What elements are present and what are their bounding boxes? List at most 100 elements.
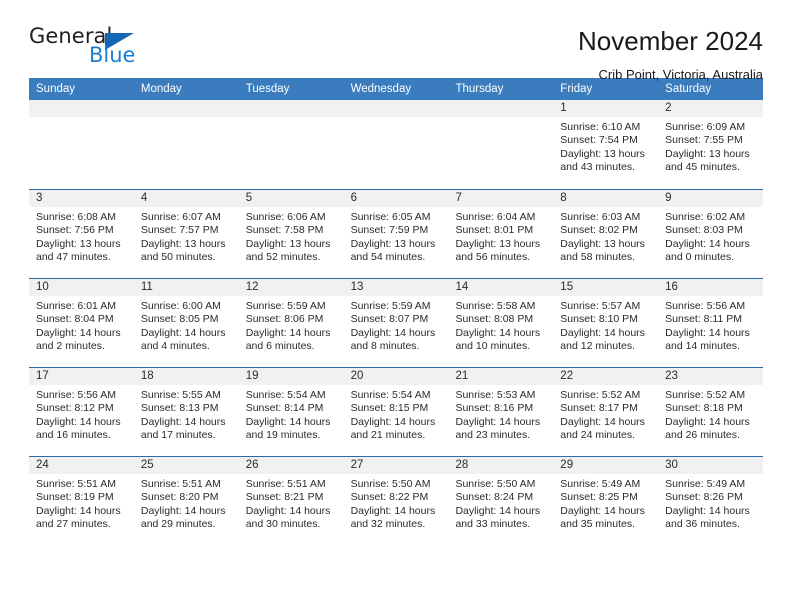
calendar-day-cell[interactable]: 29 Sunrise: 5:49 AM Sunset: 8:25 PM Dayligh…: [553, 457, 659, 545]
day-number: 1: [553, 100, 659, 117]
calendar-day-cell[interactable]: 13 Sunrise: 5:59 AM Sunset: 8:07 PM Dayligh…: [343, 279, 449, 367]
calendar-day-cell[interactable]: 26 Sunrise: 5:51 AM Sunset: 8:21 PM Dayligh…: [238, 457, 344, 545]
day-number: 5: [238, 190, 344, 207]
daylight-text: Daylight: 14 hours and 8 minutes.: [350, 326, 436, 352]
calendar-day-cell[interactable]: 17 Sunrise: 5:56 AM Sunset: 8:12 PM Dayligh…: [29, 368, 134, 456]
day-sun-info: Sunrise: 5:51 AM Sunset: 8:20 PM Daylight:…: [134, 474, 239, 531]
sunset-text: Sunset: 8:05 PM: [140, 313, 219, 326]
calendar-day-cell[interactable]: 18 Sunrise: 5:55 AM Sunset: 8:13 PM Dayligh…: [133, 368, 239, 456]
general-blue-logo[interactable]: General Blue: [29, 26, 149, 72]
calendar-day-cell-empty: [133, 100, 239, 189]
calendar-day-cell[interactable]: 6 Sunrise: 6:05 AM Sunset: 7:59 PM Daylight…: [343, 190, 449, 278]
day-sun-info: Sunrise: 6:08 AM Sunset: 7:56 PM Daylight:…: [29, 207, 134, 264]
page-header: General Blue November 2024 Crib Point, V…: [0, 0, 792, 82]
day-number: 24: [29, 457, 134, 474]
calendar-day-cell[interactable]: 15 Sunrise: 5:57 AM Sunset: 8:10 PM Dayligh…: [553, 279, 659, 367]
sunrise-text: Sunrise: 6:06 AM: [245, 211, 326, 223]
calendar-day-cell[interactable]: 9 Sunrise: 6:02 AM Sunset: 8:03 PM Daylight…: [658, 190, 764, 278]
calendar-grid: Sunday Monday Tuesday Wednesday Thursday…: [29, 78, 764, 545]
daylight-text: Daylight: 14 hours and 36 minutes.: [665, 504, 750, 530]
sunrise-text: Sunrise: 6:03 AM: [560, 211, 641, 223]
sunset-text: Sunset: 8:24 PM: [455, 491, 534, 504]
day-sun-info: Sunrise: 6:04 AM Sunset: 8:01 PM Daylight:…: [448, 207, 553, 264]
day-sun-info: Sunrise: 5:56 AM Sunset: 8:12 PM Daylight:…: [29, 385, 134, 442]
sunset-text: Sunset: 8:08 PM: [455, 313, 534, 326]
sunset-text: Sunset: 7:58 PM: [245, 224, 324, 237]
calendar-day-cell[interactable]: 4 Sunrise: 6:07 AM Sunset: 7:57 PM Daylight…: [133, 190, 239, 278]
sunrise-text: Sunrise: 6:01 AM: [36, 300, 116, 312]
day-number: 7: [448, 190, 554, 207]
calendar-day-cell[interactable]: 12 Sunrise: 5:59 AM Sunset: 8:06 PM Dayligh…: [238, 279, 344, 367]
calendar-day-cell-empty: [238, 100, 344, 189]
logo-text-blue: Blue: [89, 43, 136, 67]
day-sun-info: Sunrise: 6:05 AM Sunset: 7:59 PM Daylight:…: [344, 207, 449, 264]
sunset-text: Sunset: 8:02 PM: [560, 224, 638, 237]
calendar-day-cell[interactable]: 19 Sunrise: 5:54 AM Sunset: 8:14 PM Dayligh…: [238, 368, 344, 456]
calendar-day-cell[interactable]: 16 Sunrise: 5:56 AM Sunset: 8:11 PM Dayligh…: [658, 279, 764, 367]
calendar-day-cell[interactable]: 2 Sunrise: 6:09 AM Sunset: 7:55 PM Daylight…: [658, 100, 764, 189]
sunrise-text: Sunrise: 6:05 AM: [350, 211, 431, 223]
daylight-text: Daylight: 13 hours and 50 minutes.: [140, 237, 226, 263]
sunset-text: Sunset: 7:59 PM: [350, 224, 429, 237]
day-sun-info: Sunrise: 5:49 AM Sunset: 8:26 PM Daylight:…: [658, 474, 763, 531]
day-number: 16: [658, 279, 764, 296]
day-number: 23: [658, 368, 764, 385]
calendar-day-cell[interactable]: 5 Sunrise: 6:06 AM Sunset: 7:58 PM Daylight…: [238, 190, 344, 278]
sunset-text: Sunset: 8:01 PM: [455, 224, 534, 237]
daylight-text: Daylight: 14 hours and 30 minutes.: [245, 504, 331, 530]
calendar-day-cell[interactable]: 1 Sunrise: 6:10 AM Sunset: 7:54 PM Daylight…: [553, 100, 659, 189]
daylight-text: Daylight: 14 hours and 6 minutes.: [245, 326, 331, 352]
sunset-text: Sunset: 8:26 PM: [665, 491, 743, 504]
day-number: 21: [448, 368, 554, 385]
daylight-text: Daylight: 13 hours and 58 minutes.: [560, 237, 645, 263]
daylight-text: Daylight: 14 hours and 14 minutes.: [665, 326, 750, 352]
calendar-weeks: 1 Sunrise: 6:10 AM Sunset: 7:54 PM Daylight…: [29, 100, 764, 545]
day-number: 4: [133, 190, 239, 207]
weekday-header-monday: Monday: [140, 83, 182, 95]
day-number: 29: [553, 457, 659, 474]
sunrise-text: Sunrise: 5:50 AM: [455, 478, 536, 490]
calendar-day-cell[interactable]: 7 Sunrise: 6:04 AM Sunset: 8:01 PM Daylight…: [448, 190, 554, 278]
daylight-text: Daylight: 13 hours and 52 minutes.: [245, 237, 331, 263]
calendar-day-cell[interactable]: 10 Sunrise: 6:01 AM Sunset: 8:04 PM Dayligh…: [29, 279, 134, 367]
calendar-day-cell[interactable]: 27 Sunrise: 5:50 AM Sunset: 8:22 PM Dayligh…: [343, 457, 449, 545]
sunset-text: Sunset: 8:21 PM: [245, 491, 324, 504]
calendar-day-cell[interactable]: 21 Sunrise: 5:53 AM Sunset: 8:16 PM Dayligh…: [448, 368, 554, 456]
day-number: 28: [448, 457, 554, 474]
sunset-text: Sunset: 8:16 PM: [455, 402, 534, 415]
daylight-text: Daylight: 14 hours and 17 minutes.: [140, 415, 226, 441]
day-number: 26: [238, 457, 344, 474]
sunrise-text: Sunrise: 5:49 AM: [560, 478, 641, 490]
day-sun-info: Sunrise: 5:56 AM Sunset: 8:11 PM Daylight:…: [658, 296, 763, 353]
daylight-text: Daylight: 14 hours and 23 minutes.: [455, 415, 541, 441]
calendar-day-cell[interactable]: 20 Sunrise: 5:54 AM Sunset: 8:15 PM Dayligh…: [343, 368, 449, 456]
sunset-text: Sunset: 8:19 PM: [36, 491, 114, 504]
day-number: 27: [343, 457, 449, 474]
calendar-day-cell[interactable]: 11 Sunrise: 6:00 AM Sunset: 8:05 PM Dayligh…: [133, 279, 239, 367]
sunrise-text: Sunrise: 5:49 AM: [665, 478, 746, 490]
day-sun-info: Sunrise: 6:07 AM Sunset: 7:57 PM Daylight:…: [134, 207, 239, 264]
calendar-day-cell[interactable]: 24 Sunrise: 5:51 AM Sunset: 8:19 PM Dayligh…: [29, 457, 134, 545]
weekday-header-tuesday: Tuesday: [245, 83, 290, 95]
day-sun-info: Sunrise: 5:54 AM Sunset: 8:14 PM Daylight:…: [239, 385, 344, 442]
daylight-text: Daylight: 13 hours and 54 minutes.: [350, 237, 436, 263]
sunrise-text: Sunrise: 5:51 AM: [36, 478, 116, 490]
sunset-text: Sunset: 8:10 PM: [560, 313, 638, 326]
sunset-text: Sunset: 7:57 PM: [140, 224, 219, 237]
calendar-day-cell[interactable]: 3 Sunrise: 6:08 AM Sunset: 7:56 PM Daylight…: [29, 190, 134, 278]
calendar-day-cell[interactable]: 8 Sunrise: 6:03 AM Sunset: 8:02 PM Daylight…: [553, 190, 659, 278]
day-number: 11: [133, 279, 239, 296]
day-sun-info: Sunrise: 6:03 AM Sunset: 8:02 PM Daylight:…: [553, 207, 658, 264]
calendar-day-cell[interactable]: 28 Sunrise: 5:50 AM Sunset: 8:24 PM Dayligh…: [448, 457, 554, 545]
calendar-day-cell[interactable]: 25 Sunrise: 5:51 AM Sunset: 8:20 PM Dayligh…: [133, 457, 239, 545]
calendar-day-cell[interactable]: 14 Sunrise: 5:58 AM Sunset: 8:08 PM Dayligh…: [448, 279, 554, 367]
calendar-day-cell[interactable]: 30 Sunrise: 5:49 AM Sunset: 8:26 PM Dayligh…: [658, 457, 764, 545]
weekday-header-wednesday: Wednesday: [350, 83, 412, 95]
sunrise-text: Sunrise: 5:58 AM: [455, 300, 536, 312]
sunrise-text: Sunrise: 5:59 AM: [245, 300, 326, 312]
day-number: 12: [238, 279, 344, 296]
calendar-day-cell[interactable]: 23 Sunrise: 5:52 AM Sunset: 8:18 PM Dayligh…: [658, 368, 764, 456]
calendar-day-cell[interactable]: 22 Sunrise: 5:52 AM Sunset: 8:17 PM Dayligh…: [553, 368, 659, 456]
sunrise-text: Sunrise: 5:55 AM: [140, 389, 221, 401]
day-sun-info: Sunrise: 6:00 AM Sunset: 8:05 PM Daylight:…: [134, 296, 239, 353]
